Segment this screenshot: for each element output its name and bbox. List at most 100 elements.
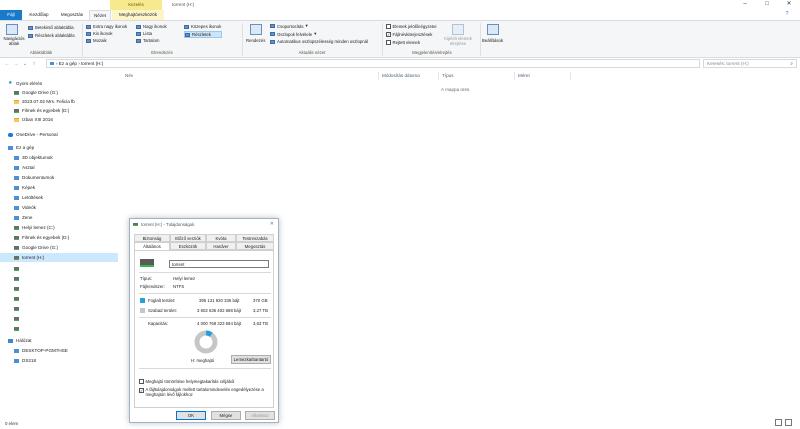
nav-item-torrent-h[interactable]: torrent (H:) xyxy=(0,253,118,262)
nav-onedrive[interactable]: OneDrive - Personal xyxy=(0,130,118,139)
address-bar[interactable]: › Ez a gép › torrent (H:) xyxy=(46,59,700,68)
nav-label: Videók xyxy=(22,205,36,210)
nav-item-drive[interactable] xyxy=(0,284,118,293)
capacity-size: 3,63 TB xyxy=(253,321,268,326)
tab-drive-tools[interactable]: Meghajtóeszközök xyxy=(112,10,164,20)
layout-list[interactable]: Lista xyxy=(136,31,152,36)
fit-columns-button[interactable]: Automatikus oszlopszélesség minden oszlo… xyxy=(270,39,368,44)
details-view-icon[interactable] xyxy=(775,419,782,426)
nav-item-music[interactable]: Zene xyxy=(0,213,118,222)
layout-tiles[interactable]: Mozaik xyxy=(86,38,107,43)
nav-item-videos[interactable]: Videók xyxy=(0,203,118,212)
navigation-pane-button[interactable]: Navigációs ablak xyxy=(3,36,25,46)
nav-label: Zene xyxy=(22,215,33,220)
video-icon xyxy=(14,205,19,210)
add-columns-button[interactable]: Oszlopok felvétele ▾ xyxy=(270,31,316,37)
drive-large-icon xyxy=(140,259,154,267)
dialog-close-icon[interactable]: ✕ xyxy=(270,219,274,230)
nav-item-computer[interactable]: DESKTOP-PGM7HSE xyxy=(0,346,118,355)
tab-security[interactable]: Biztonság xyxy=(134,234,170,242)
nav-item-computer[interactable]: DS218 xyxy=(0,356,118,365)
nav-item-drive[interactable] xyxy=(0,264,118,273)
search-input[interactable]: Keresés: torrent (H:) ⌕ xyxy=(703,59,797,68)
tab-tools[interactable]: Eszközök xyxy=(170,242,206,250)
nav-item-google-drive[interactable]: Google Drive (G:) xyxy=(0,88,118,97)
hidden-items-toggle[interactable]: Rejtett elemek xyxy=(386,40,420,45)
drive-name-input[interactable]: torrent xyxy=(169,260,269,268)
help-icon[interactable]: ? xyxy=(776,10,798,20)
nav-item-downloads[interactable]: Letöltések xyxy=(0,193,118,202)
nav-item-drive[interactable] xyxy=(0,314,118,323)
preview-pane-button[interactable]: Betekintő ablaktábla xyxy=(28,25,74,30)
layout-extra-large-icons[interactable]: Extra nagy ikonok xyxy=(86,24,127,29)
checkbox-checked: ✓ xyxy=(386,32,391,38)
back-icon[interactable]: ← xyxy=(3,59,11,69)
apply-button[interactable]: Alkalmaz xyxy=(245,411,275,420)
tab-file[interactable]: Fájl xyxy=(0,10,22,20)
drive-icon xyxy=(14,296,19,301)
nav-item-drive-g[interactable]: Google Drive (G:) xyxy=(0,243,118,252)
add-columns-label: Oszlopok felvétele xyxy=(277,31,313,37)
nav-network[interactable]: Hálózat xyxy=(0,336,118,345)
ribbon: Navigációs ablak Betekintő ablaktábla Ré… xyxy=(0,20,800,58)
forward-icon[interactable]: → xyxy=(12,59,20,69)
compress-drive-option[interactable]: Meghajtó tömörítése helymegtakarítás cél… xyxy=(139,379,234,384)
tab-hardware[interactable]: Hardver xyxy=(206,242,236,250)
hide-selected-button[interactable]: Kijelölt elemek elrejtése xyxy=(440,36,476,46)
nav-item-drive-d[interactable]: Filmek és egyebek (D:) xyxy=(0,233,118,242)
close-button[interactable]: ✕ xyxy=(778,0,800,10)
column-header-type[interactable]: Típus xyxy=(442,72,454,80)
nav-item-3d-objects[interactable]: 3D objektumok xyxy=(0,153,118,162)
tab-sharing[interactable]: Megosztás xyxy=(236,242,274,250)
nav-label: Hálózat xyxy=(16,338,32,343)
maximize-button[interactable]: □ xyxy=(756,0,778,10)
group-by-button[interactable]: Csoportosítás ▾ xyxy=(270,23,308,29)
tab-customize[interactable]: Testreszabás xyxy=(236,234,274,242)
tab-quota[interactable]: Kvóta xyxy=(206,234,236,242)
index-files-option[interactable]: ✓ A fájltulajdonságok mellett tartalomind… xyxy=(139,387,271,398)
nav-item-folder[interactable]: 2023.07.02 Mrs. Felicia fb xyxy=(0,97,118,106)
nav-quick-access[interactable]: ★ Gyors elérés xyxy=(0,79,118,88)
layout-content[interactable]: Tartalom xyxy=(136,38,159,43)
recent-locations-icon[interactable]: ⌄ xyxy=(21,59,29,69)
details-pane-button[interactable]: Részletek ablaktábla xyxy=(28,33,75,38)
cancel-button[interactable]: Mégse xyxy=(211,411,241,420)
used-space-swatch xyxy=(140,298,145,303)
column-header-size[interactable]: Méret xyxy=(518,72,530,80)
nav-item-folder[interactable]: Izban XIII 2016 xyxy=(0,115,118,124)
minimize-button[interactable]: – xyxy=(734,0,756,10)
group-label-layout: Elrendezés xyxy=(151,50,173,55)
view-icon xyxy=(185,32,190,37)
nav-this-pc[interactable]: Ez a gép xyxy=(0,143,118,152)
tab-share[interactable]: Megosztás xyxy=(56,10,88,20)
sort-button[interactable]: Rendezés xyxy=(246,38,265,43)
window-title: torrent (H:) xyxy=(172,2,195,7)
column-header-modified[interactable]: Módosítás dátuma xyxy=(382,72,420,80)
large-icons-view-icon[interactable] xyxy=(785,419,792,426)
layout-medium-icons[interactable]: Közepes ikonok xyxy=(184,24,221,29)
nav-item-drive[interactable] xyxy=(0,304,118,313)
nav-item-drive[interactable] xyxy=(0,324,118,333)
nav-item-drive[interactable] xyxy=(0,274,118,283)
layout-large-icons[interactable]: Nagy ikonok xyxy=(136,24,167,29)
up-icon[interactable]: ↑ xyxy=(30,59,38,69)
file-extensions-toggle[interactable]: ✓ Fájlnévkiterjesztések xyxy=(386,32,432,37)
options-button[interactable]: Beállítások xyxy=(482,38,503,43)
layout-small-icons[interactable]: Kis ikonok xyxy=(86,31,113,36)
disk-cleanup-button[interactable]: Lemezkarbantartó xyxy=(231,355,271,364)
column-header-name[interactable]: Név xyxy=(125,72,133,80)
item-checkboxes-toggle[interactable]: Elemek jelölőnégyzetei xyxy=(386,24,436,29)
ok-button[interactable]: OK xyxy=(176,411,206,420)
nav-item-documents[interactable]: Dokumentumok xyxy=(0,173,118,182)
nav-item-local-disk-c[interactable]: Helyi lemez (C:) xyxy=(0,223,118,232)
tab-previous-versions[interactable]: Előző verziók xyxy=(170,234,206,242)
nav-item-folder[interactable]: Filmek és egyebek (D:) xyxy=(0,106,118,115)
nav-item-desktop[interactable]: Asztal xyxy=(0,163,118,172)
view-icon xyxy=(86,24,91,29)
chevron-down-icon: ▾ xyxy=(305,23,308,28)
tab-view[interactable]: Nézet xyxy=(89,10,111,20)
nav-item-drive[interactable] xyxy=(0,294,118,303)
layout-details[interactable]: Részletek xyxy=(184,31,222,38)
nav-item-pictures[interactable]: Képek xyxy=(0,183,118,192)
tab-home[interactable]: Kezdőlap xyxy=(24,10,54,20)
